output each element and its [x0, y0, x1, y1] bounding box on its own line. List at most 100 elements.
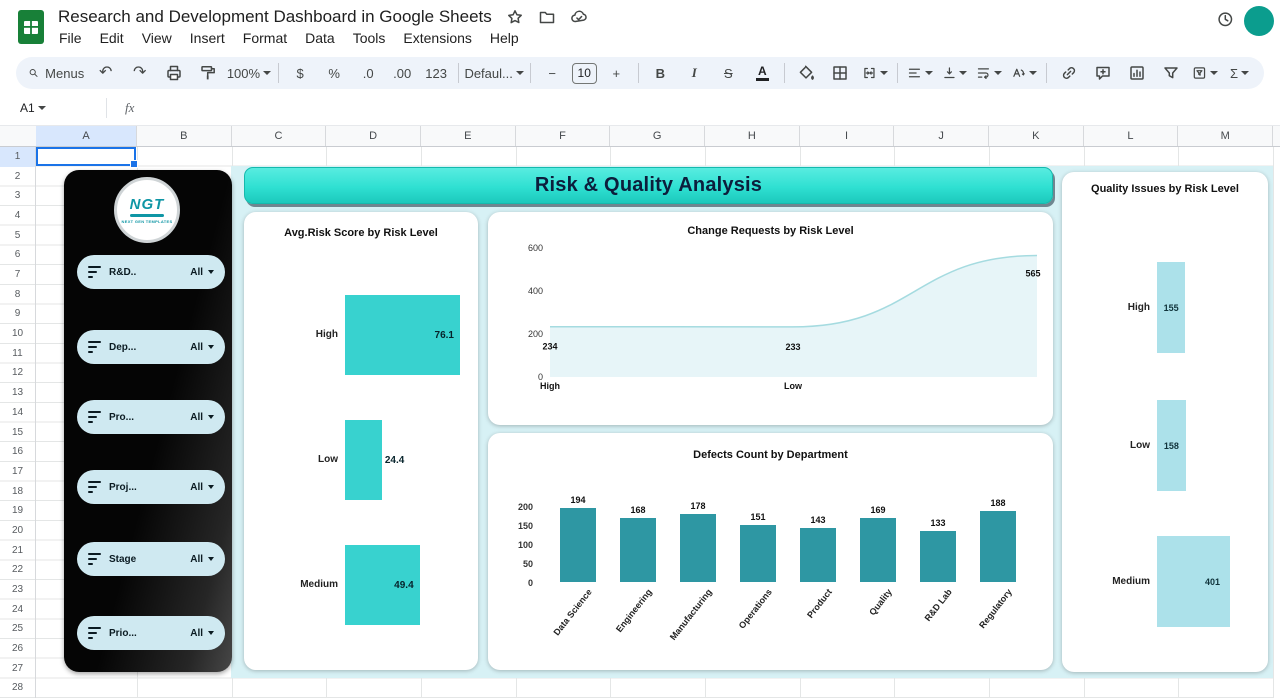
menu-edit[interactable]: Edit	[91, 27, 133, 49]
column-header-L[interactable]: L	[1084, 126, 1179, 146]
menu-tools[interactable]: Tools	[344, 27, 395, 49]
row-header-10[interactable]: 10	[0, 324, 35, 344]
text-rotation-icon[interactable]	[1007, 60, 1041, 86]
row-header-8[interactable]: 8	[0, 285, 35, 305]
vertical-align-icon[interactable]	[938, 60, 972, 86]
version-history-icon[interactable]	[1216, 10, 1240, 34]
menu-file[interactable]: File	[50, 27, 91, 49]
row-header-22[interactable]: 22	[0, 560, 35, 580]
row-header-28[interactable]: 28	[0, 678, 35, 698]
increase-font-size-button[interactable]: +	[600, 60, 633, 86]
row-header-25[interactable]: 25	[0, 619, 35, 639]
gridline	[1273, 147, 1274, 698]
column-header-I[interactable]: I	[800, 126, 895, 146]
menu-extensions[interactable]: Extensions	[394, 27, 480, 49]
merge-cells-icon[interactable]	[858, 60, 892, 86]
filter-slicer-4[interactable]: Proj...All	[77, 470, 225, 504]
column-header-H[interactable]: H	[705, 126, 800, 146]
create-filter-icon[interactable]	[1154, 60, 1187, 86]
zoom-select[interactable]: 100%	[225, 60, 272, 86]
filter-slicer-6[interactable]: Prio...All	[77, 616, 225, 650]
svg-text:600: 600	[528, 243, 543, 253]
filter-slicer-3[interactable]: Pro...All	[77, 400, 225, 434]
decrease-font-size-button[interactable]: −	[536, 60, 569, 86]
row-header-18[interactable]: 18	[0, 482, 35, 502]
horizontal-align-icon[interactable]	[903, 60, 937, 86]
filter-slicer-5[interactable]: StageAll	[77, 542, 225, 576]
row-header-5[interactable]: 5	[0, 226, 35, 246]
redo-icon[interactable]: ↷	[123, 60, 156, 86]
row-header-1[interactable]: 1	[0, 147, 35, 167]
insert-chart-icon[interactable]	[1120, 60, 1153, 86]
insert-comment-icon[interactable]	[1086, 60, 1119, 86]
row-header-17[interactable]: 17	[0, 462, 35, 482]
menu-help[interactable]: Help	[481, 27, 528, 49]
borders-icon[interactable]	[824, 60, 857, 86]
number-format-button[interactable]: 123	[420, 60, 453, 86]
fill-handle[interactable]	[130, 160, 138, 168]
paint-format-icon[interactable]	[191, 60, 224, 86]
percent-button[interactable]: %	[318, 60, 351, 86]
font-select[interactable]: Defaul...	[464, 60, 525, 86]
menu-insert[interactable]: Insert	[181, 27, 234, 49]
column-header-M[interactable]: M	[1178, 126, 1273, 146]
row-header-16[interactable]: 16	[0, 442, 35, 462]
filter-views-icon[interactable]	[1188, 60, 1222, 86]
font-size-input[interactable]: 10	[572, 63, 597, 84]
column-header-G[interactable]: G	[610, 126, 705, 146]
column-header-C[interactable]: C	[232, 126, 327, 146]
column-header-B[interactable]: B	[137, 126, 232, 146]
text-wrap-icon[interactable]	[972, 60, 1006, 86]
sheets-logo-icon[interactable]	[18, 10, 44, 49]
row-header-12[interactable]: 12	[0, 363, 35, 383]
formula-input[interactable]	[144, 99, 1280, 116]
row-header-21[interactable]: 21	[0, 541, 35, 561]
menu-view[interactable]: View	[133, 27, 181, 49]
name-box[interactable]: A1	[0, 101, 98, 115]
menu-data[interactable]: Data	[296, 27, 344, 49]
row-header-26[interactable]: 26	[0, 639, 35, 659]
functions-button[interactable]: Σ	[1223, 60, 1256, 86]
column-header-F[interactable]: F	[516, 126, 611, 146]
row-header-6[interactable]: 6	[0, 245, 35, 265]
row-header-2[interactable]: 2	[0, 167, 35, 187]
menus-button[interactable]: Menus	[24, 60, 88, 86]
cloud-status-icon[interactable]	[570, 8, 588, 26]
filter-slicer-2[interactable]: Dep...All	[77, 330, 225, 364]
row-header-3[interactable]: 3	[0, 186, 35, 206]
row-header-7[interactable]: 7	[0, 265, 35, 285]
menu-format[interactable]: Format	[234, 27, 296, 49]
row-header-9[interactable]: 9	[0, 304, 35, 324]
account-avatar[interactable]	[1244, 6, 1274, 36]
row-header-24[interactable]: 24	[0, 600, 35, 620]
row-header-20[interactable]: 20	[0, 521, 35, 541]
column-header-D[interactable]: D	[326, 126, 421, 146]
italic-button[interactable]: I	[678, 60, 711, 86]
column-header-E[interactable]: E	[421, 126, 516, 146]
strikethrough-button[interactable]: S	[712, 60, 745, 86]
row-header-4[interactable]: 4	[0, 206, 35, 226]
bold-button[interactable]: B	[644, 60, 677, 86]
undo-icon[interactable]: ↶	[89, 60, 122, 86]
row-header-19[interactable]: 19	[0, 501, 35, 521]
star-icon[interactable]	[506, 8, 524, 26]
folder-icon[interactable]	[538, 8, 556, 26]
row-header-15[interactable]: 15	[0, 423, 35, 443]
text-color-button[interactable]: A	[746, 60, 779, 86]
insert-link-icon[interactable]	[1052, 60, 1085, 86]
print-icon[interactable]	[157, 60, 190, 86]
fill-color-icon[interactable]	[790, 60, 823, 86]
row-header-11[interactable]: 11	[0, 344, 35, 364]
row-header-23[interactable]: 23	[0, 580, 35, 600]
document-title[interactable]: Research and Development Dashboard in Go…	[58, 7, 492, 27]
column-header-A[interactable]: A	[36, 126, 137, 146]
row-header-27[interactable]: 27	[0, 659, 35, 679]
decrease-decimal-button[interactable]: .0	[352, 60, 385, 86]
column-header-J[interactable]: J	[894, 126, 989, 146]
increase-decimal-button[interactable]: .00	[386, 60, 419, 86]
currency-button[interactable]: $	[284, 60, 317, 86]
filter-slicer-1[interactable]: R&D..All	[77, 255, 225, 289]
row-header-13[interactable]: 13	[0, 383, 35, 403]
column-header-K[interactable]: K	[989, 126, 1084, 146]
row-header-14[interactable]: 14	[0, 403, 35, 423]
